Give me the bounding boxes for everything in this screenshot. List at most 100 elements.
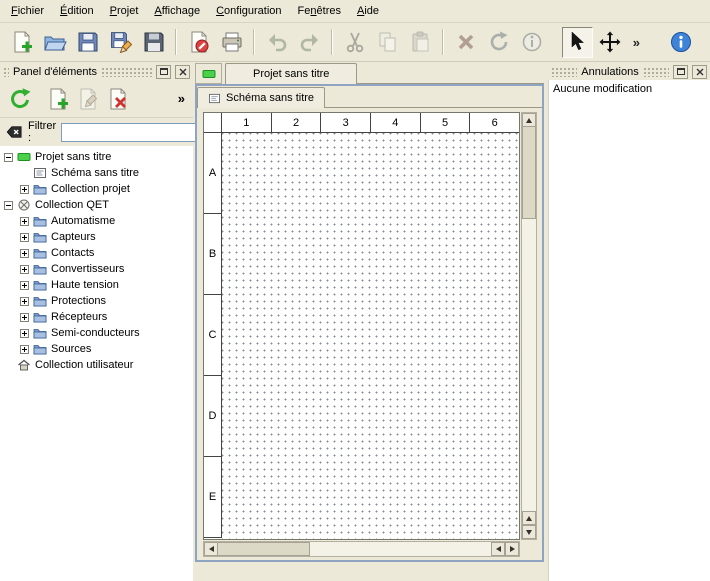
vertical-scroll-thumb[interactable] bbox=[522, 127, 536, 219]
menu-edition[interactable]: Édition bbox=[52, 1, 102, 21]
menu-affichage[interactable]: Affichage bbox=[146, 1, 208, 21]
tree-item-convertisseurs[interactable]: Convertisseurs bbox=[0, 261, 193, 277]
expand-expander-icon[interactable] bbox=[20, 265, 29, 274]
select-mode-button[interactable] bbox=[562, 27, 593, 58]
expand-expander-icon[interactable] bbox=[20, 281, 29, 290]
expand-expander-icon[interactable] bbox=[20, 313, 29, 322]
open-project-button[interactable] bbox=[39, 27, 70, 58]
tree-item-collection-projet[interactable]: Collection projet bbox=[0, 181, 193, 197]
undo-list-item[interactable]: Aucune modification bbox=[549, 80, 710, 98]
clear-filter-button[interactable] bbox=[6, 123, 23, 142]
menu-fenetres[interactable]: Fenêtres bbox=[290, 1, 349, 21]
save-all-icon bbox=[142, 30, 166, 54]
save-as-button[interactable] bbox=[105, 27, 136, 58]
tree-item-semi-conducteurs[interactable]: Semi-conducteurs bbox=[0, 325, 193, 341]
new-project-icon bbox=[10, 30, 34, 54]
tree-item-collection-qet[interactable]: Collection QET bbox=[0, 197, 193, 213]
new-project-button[interactable] bbox=[6, 27, 37, 58]
diagram-canvas[interactable] bbox=[222, 133, 519, 539]
undo-dock-titlebar[interactable]: Annulations bbox=[548, 62, 710, 80]
menu-aide[interactable]: Aide bbox=[349, 1, 387, 21]
expand-expander-icon[interactable] bbox=[20, 345, 29, 354]
undo-toolbar-group bbox=[259, 27, 327, 58]
tree-item-sources[interactable]: Sources bbox=[0, 341, 193, 357]
menu-fichier[interactable]: Fichier bbox=[3, 1, 52, 21]
delete-element-button[interactable] bbox=[103, 84, 133, 114]
save-button[interactable] bbox=[72, 27, 103, 58]
folder-icon bbox=[33, 343, 47, 355]
new-element-icon bbox=[46, 87, 70, 111]
expand-expander-icon[interactable] bbox=[20, 233, 29, 242]
horizontal-scroll-track[interactable] bbox=[310, 542, 491, 556]
horizontal-scrollbar[interactable] bbox=[203, 541, 520, 557]
scroll-left-button[interactable] bbox=[204, 542, 218, 556]
panel-overflow-chevron[interactable]: » bbox=[175, 91, 188, 106]
delete-button[interactable] bbox=[450, 27, 481, 58]
scroll-left-button[interactable] bbox=[491, 542, 505, 556]
tree-item-capteurs[interactable]: Capteurs bbox=[0, 229, 193, 245]
tree-item-project[interactable]: Projet sans titre bbox=[0, 149, 193, 165]
menu-projet[interactable]: Projet bbox=[102, 1, 147, 21]
cut-button[interactable] bbox=[339, 27, 370, 58]
diagram-view[interactable]: 1 2 3 4 5 6 A B C D E bbox=[203, 112, 520, 540]
print-button[interactable] bbox=[216, 27, 247, 58]
paste-button[interactable] bbox=[405, 27, 436, 58]
dock-grip[interactable] bbox=[101, 67, 152, 77]
filter-input[interactable] bbox=[61, 123, 211, 142]
menu-label: F bbox=[11, 5, 18, 17]
arrow-up-icon bbox=[526, 118, 532, 123]
expand-expander-icon[interactable] bbox=[20, 297, 29, 306]
menu-configuration[interactable]: Configuration bbox=[208, 1, 289, 21]
dock-float-button[interactable] bbox=[673, 65, 688, 79]
expand-expander-icon[interactable] bbox=[20, 329, 29, 338]
scroll-up-button[interactable] bbox=[522, 511, 536, 525]
dock-float-button[interactable] bbox=[156, 65, 171, 79]
print-icon bbox=[220, 30, 244, 54]
dock-grip[interactable] bbox=[551, 67, 577, 77]
about-button[interactable] bbox=[665, 27, 696, 58]
tree-item-diagram[interactable]: Schéma sans titre bbox=[0, 165, 193, 181]
expand-expander-icon[interactable] bbox=[20, 185, 29, 194]
properties-button[interactable] bbox=[516, 27, 547, 58]
expand-expander-icon[interactable] bbox=[20, 249, 29, 258]
vertical-scrollbar[interactable] bbox=[521, 112, 537, 540]
copy-button[interactable] bbox=[372, 27, 403, 58]
elements-panel-titlebar[interactable]: Panel d'éléments bbox=[0, 62, 193, 80]
tree-item-automatisme[interactable]: Automatisme bbox=[0, 213, 193, 229]
tree-item-haute-tension[interactable]: Haute tension bbox=[0, 277, 193, 293]
rotate-button[interactable] bbox=[483, 27, 514, 58]
scroll-down-button[interactable] bbox=[522, 525, 536, 539]
redo-button[interactable] bbox=[294, 27, 325, 58]
pan-mode-button[interactable] bbox=[595, 27, 626, 58]
undo-button[interactable] bbox=[261, 27, 292, 58]
toolbar-overflow-chevron[interactable]: » bbox=[628, 35, 645, 50]
collapse-expander-icon[interactable] bbox=[4, 201, 13, 210]
project-window-menu-button[interactable] bbox=[195, 63, 222, 84]
dock-close-button[interactable] bbox=[692, 65, 707, 79]
dock-grip[interactable] bbox=[3, 67, 9, 77]
vertical-scroll-track[interactable] bbox=[522, 219, 536, 511]
tree-item-label: Collection utilisateur bbox=[35, 359, 133, 371]
reload-collections-button[interactable] bbox=[5, 84, 35, 114]
scroll-up-button[interactable] bbox=[522, 113, 536, 127]
tree-item-contacts[interactable]: Contacts bbox=[0, 245, 193, 261]
save-all-button[interactable] bbox=[138, 27, 169, 58]
edit-element-button[interactable] bbox=[73, 84, 103, 114]
close-file-button[interactable] bbox=[183, 27, 214, 58]
tree-item-protections[interactable]: Protections bbox=[0, 293, 193, 309]
tab-project[interactable]: Projet sans titre bbox=[225, 63, 357, 84]
reload-icon bbox=[8, 87, 32, 111]
tree-item-collection-utilisateur[interactable]: Collection utilisateur bbox=[0, 357, 193, 373]
filter-row: Filtrer : bbox=[0, 118, 193, 146]
scroll-right-button[interactable] bbox=[505, 542, 519, 556]
tab-diagram[interactable]: Schéma sans titre bbox=[197, 87, 325, 108]
tree-item-recepteurs[interactable]: Récepteurs bbox=[0, 309, 193, 325]
new-element-button[interactable] bbox=[43, 84, 73, 114]
horizontal-scroll-thumb[interactable] bbox=[218, 542, 310, 556]
tree-item-label: Protections bbox=[51, 295, 106, 307]
collapse-expander-icon[interactable] bbox=[4, 153, 13, 162]
dock-grip[interactable] bbox=[643, 67, 669, 77]
expand-expander-icon[interactable] bbox=[20, 217, 29, 226]
dock-close-button[interactable] bbox=[175, 65, 190, 79]
column-header: 6 bbox=[469, 113, 519, 133]
